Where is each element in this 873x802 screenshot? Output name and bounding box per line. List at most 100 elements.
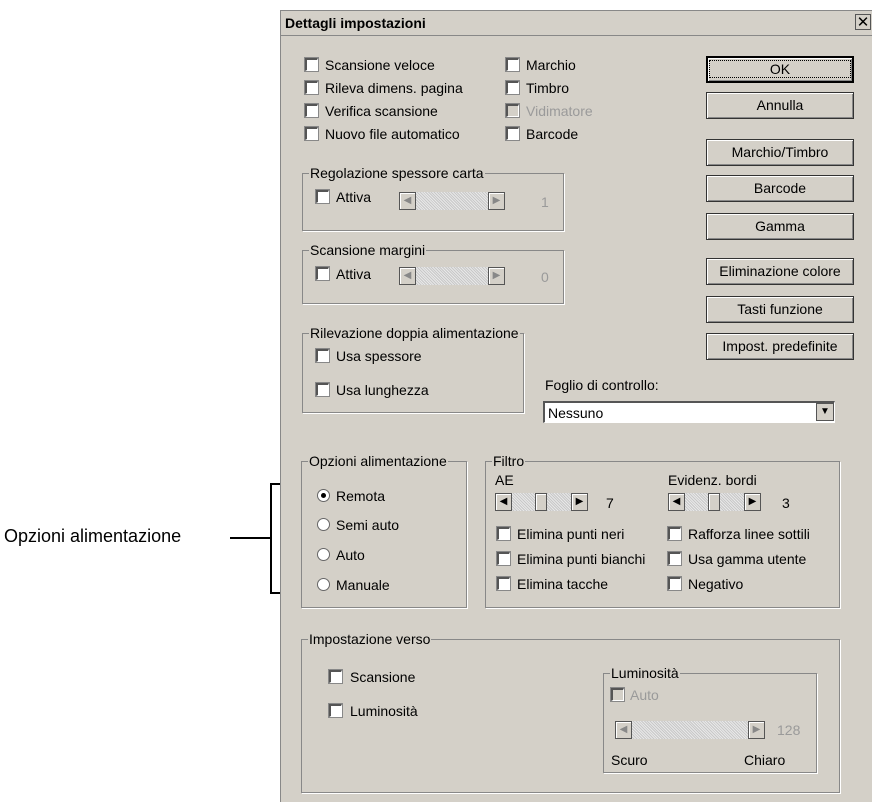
brightness-subgroup: Luminosità Auto ◀ ▶ 128 Scuro Chiaro [603, 665, 817, 773]
slider-thumb[interactable] [535, 493, 547, 511]
scroll-left-icon[interactable]: ◀ [495, 493, 512, 511]
checkbox-label: Rafforza linee sottili [688, 526, 810, 542]
checkbox-label: Negativo [688, 576, 744, 592]
feed-options-group: Opzioni alimentazione Remota Semi auto A… [301, 453, 467, 608]
checkbox-label: Attiva [336, 189, 372, 205]
scroll-left-icon[interactable]: ◀ [668, 493, 685, 511]
scroll-right-icon[interactable]: ▶ [744, 493, 761, 511]
chevron-down-icon[interactable]: ▼ [816, 403, 834, 421]
brightness-auto-checkbox [611, 688, 624, 701]
slider-thumb[interactable] [708, 493, 720, 511]
back-side-group: Impostazione verso Scansione Luminosità … [301, 631, 840, 793]
edge-slider[interactable]: ◀ ▶ [668, 493, 761, 511]
title-bar: Dettagli impostazioni ✕ [281, 11, 872, 36]
brightness-slider: ◀ ▶ [615, 721, 765, 739]
gamma-button[interactable]: Gamma [706, 213, 854, 240]
checkbox-timbro[interactable] [506, 81, 519, 94]
checkbox-label: Elimina punti neri [517, 526, 625, 542]
checkbox-label: Elimina punti bianchi [517, 551, 646, 567]
back-brightness-checkbox[interactable] [329, 704, 342, 717]
scroll-right-icon: ▶ [488, 267, 505, 285]
margin-scan-active-checkbox[interactable] [316, 267, 329, 280]
double-feed-group: Rilevazione doppia alimentazione Usa spe… [302, 325, 524, 413]
cancel-button[interactable]: Annulla [706, 92, 854, 119]
dialog-title: Dettagli impostazioni [285, 15, 426, 31]
checkbox-verify-scan[interactable] [305, 104, 318, 117]
checkbox-label: Elimina tacche [517, 576, 609, 592]
use-thickness-checkbox[interactable] [316, 349, 329, 362]
radio-manuale[interactable] [317, 578, 330, 591]
checkbox-label: Usa gamma utente [688, 551, 807, 567]
remove-black-dots-checkbox[interactable] [497, 527, 510, 540]
radio-auto[interactable] [317, 548, 330, 561]
user-gamma-checkbox[interactable] [668, 552, 681, 565]
checkbox-auto-new-file[interactable] [305, 127, 318, 140]
control-sheet-select[interactable]: Nessuno ▼ [543, 401, 835, 423]
control-sheet-value: Nessuno [548, 405, 604, 421]
callout-line [230, 537, 271, 539]
paper-thickness-slider: ◀ ▶ [399, 192, 505, 210]
scroll-right-icon: ▶ [488, 192, 505, 210]
ae-label: AE [495, 472, 514, 488]
paper-thickness-value: 1 [541, 194, 549, 210]
thin-lines-checkbox[interactable] [668, 527, 681, 540]
checkbox-label: Nuovo file automatico [325, 126, 460, 142]
ae-slider[interactable]: ◀ ▶ [495, 493, 588, 511]
group-legend: Scansione margini [309, 242, 427, 258]
color-dropout-button[interactable]: Eliminazione colore [706, 258, 854, 285]
margin-scan-slider: ◀ ▶ [399, 267, 505, 285]
checkbox-label: Verifica scansione [325, 103, 438, 119]
checkbox-label: Scansione veloce [325, 57, 435, 73]
scroll-right-icon: ▶ [748, 721, 765, 739]
radio-semi-auto[interactable] [317, 518, 330, 531]
scroll-right-icon[interactable]: ▶ [571, 493, 588, 511]
checkbox-label: Timbro [526, 80, 570, 96]
brightness-value: 128 [777, 722, 801, 738]
paper-thickness-active-checkbox[interactable] [316, 190, 329, 203]
remove-white-dots-checkbox[interactable] [497, 552, 510, 565]
checkbox-label: Attiva [336, 266, 372, 282]
checkbox-label: Auto [630, 687, 659, 703]
scroll-left-icon: ◀ [399, 192, 416, 210]
light-label: Chiaro [744, 752, 786, 768]
ok-button[interactable]: OK [706, 56, 854, 83]
checkbox-detect-page-size[interactable] [305, 81, 318, 94]
callout-bracket [270, 483, 272, 593]
marchio-timbro-button[interactable]: Marchio/Timbro [706, 139, 854, 166]
checkbox-label: Scansione [350, 669, 416, 685]
group-legend: Regolazione spessore carta [309, 165, 485, 181]
close-icon[interactable]: ✕ [855, 14, 871, 30]
back-scan-checkbox[interactable] [329, 670, 342, 683]
radio-label: Semi auto [336, 517, 400, 533]
edge-label: Evidenz. bordi [668, 472, 757, 488]
ok-button-label: OK [708, 60, 852, 78]
group-legend: Opzioni alimentazione [308, 453, 448, 469]
function-keys-button[interactable]: Tasti funzione [706, 296, 854, 323]
group-legend: Filtro [492, 453, 526, 469]
radio-label: Auto [336, 547, 365, 563]
checkbox-marchio[interactable] [506, 58, 519, 71]
margin-scan-value: 0 [541, 269, 549, 285]
control-sheet-label: Foglio di controllo: [545, 377, 659, 393]
ae-value: 7 [606, 495, 614, 511]
settings-dialog: Dettagli impostazioni ✕ Scansione veloce… [280, 10, 872, 802]
checkbox-label: Usa spessore [336, 348, 422, 364]
remove-notches-checkbox[interactable] [497, 577, 510, 590]
margin-scan-group: Scansione margini Attiva ◀ ▶ 0 [302, 242, 564, 304]
checkbox-label: Usa lunghezza [336, 382, 429, 398]
defaults-button[interactable]: Impost. predefinite [706, 333, 854, 360]
radio-label: Manuale [336, 577, 390, 593]
checkbox-label: Barcode [526, 126, 579, 142]
negative-checkbox[interactable] [668, 577, 681, 590]
group-legend: Luminosità [610, 665, 680, 681]
radio-remota[interactable] [317, 489, 330, 502]
radio-label: Remota [336, 488, 386, 504]
checkbox-fast-scan[interactable] [305, 58, 318, 71]
checkbox-vidimatore [506, 104, 519, 117]
group-legend: Rilevazione doppia alimentazione [309, 325, 520, 341]
checkbox-barcode[interactable] [506, 127, 519, 140]
checkbox-label: Vidimatore [526, 103, 593, 119]
use-length-checkbox[interactable] [316, 383, 329, 396]
checkbox-label: Rileva dimens. pagina [325, 80, 463, 96]
barcode-button[interactable]: Barcode [706, 175, 854, 202]
